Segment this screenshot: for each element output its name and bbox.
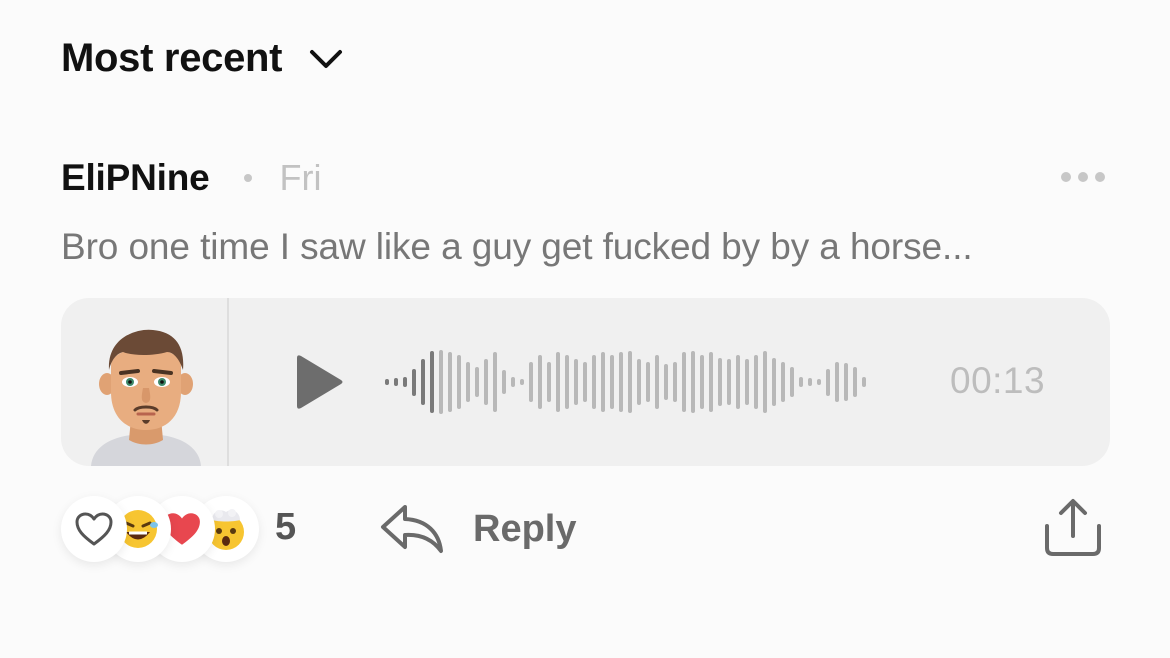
sort-label: Most recent — [61, 36, 283, 80]
waveform-bar — [619, 352, 623, 412]
waveform-bar — [565, 355, 569, 409]
waveform-bar — [601, 352, 605, 412]
waveform-bar — [727, 359, 731, 405]
waveform-bar — [691, 350, 695, 414]
waveform-bar — [637, 359, 641, 405]
waveform-bar — [430, 350, 434, 414]
waveform-bar — [718, 357, 722, 407]
waveform-bar — [520, 379, 524, 385]
reply-button[interactable]: Reply — [379, 494, 576, 564]
comments-section: Most recent EliPNine Fri Bro one time I … — [0, 0, 1170, 658]
more-dot — [1095, 172, 1105, 182]
waveform-bar — [736, 355, 740, 409]
waveform-bar — [529, 361, 533, 403]
waveform-bar — [628, 350, 632, 414]
waveform-bar — [781, 361, 785, 403]
waveform-bar — [394, 377, 398, 387]
waveform-bar — [646, 361, 650, 403]
more-dot — [1061, 172, 1071, 182]
voice-message-card[interactable]: 00:13 — [61, 298, 1110, 466]
waveform-bar — [790, 367, 794, 397]
waveform-bar — [421, 359, 425, 405]
sort-dropdown[interactable]: Most recent — [61, 36, 344, 81]
comment-time: Fri — [279, 157, 322, 198]
waveform-bar — [538, 355, 542, 409]
comment-actions: 5 Reply — [61, 494, 1109, 564]
waveform-bar — [763, 350, 767, 414]
play-button[interactable] — [295, 352, 345, 412]
waveform-bar — [475, 367, 479, 397]
waveform-bar — [817, 379, 821, 385]
reply-label: Reply — [473, 507, 577, 550]
waveform-bar — [709, 352, 713, 412]
waveform-bar — [439, 349, 443, 415]
waveform[interactable] — [385, 342, 915, 422]
comment-author[interactable]: EliPNine — [61, 157, 210, 199]
memoji-avatar-icon — [91, 329, 201, 466]
heart-outline-icon[interactable] — [61, 496, 127, 562]
separator-dot — [243, 174, 252, 182]
waveform-bar — [484, 359, 488, 405]
waveform-bar — [556, 352, 560, 412]
waveform-bar — [682, 352, 686, 412]
share-icon[interactable] — [1043, 496, 1103, 558]
waveform-bar — [655, 355, 659, 409]
reaction-stack[interactable] — [61, 496, 261, 562]
waveform-bar — [403, 376, 407, 388]
more-options-button[interactable] — [1061, 172, 1105, 182]
waveform-bar — [799, 376, 803, 388]
waveform-bar — [457, 355, 461, 409]
waveform-bar — [610, 355, 614, 409]
waveform-bar — [592, 355, 596, 409]
waveform-bar — [466, 361, 470, 403]
waveform-bar — [862, 376, 866, 388]
waveform-bar — [844, 363, 848, 401]
voice-duration: 00:13 — [950, 360, 1046, 401]
waveform-bar — [835, 361, 839, 403]
waveform-bar — [412, 368, 416, 396]
waveform-bar — [754, 355, 758, 409]
avatar[interactable] — [61, 298, 229, 466]
waveform-bar — [547, 361, 551, 403]
waveform-bar — [808, 377, 812, 387]
reply-arrow-icon — [381, 505, 443, 553]
waveform-bar — [583, 361, 587, 403]
waveform-bar — [502, 369, 506, 395]
more-dot — [1078, 172, 1088, 182]
waveform-bar — [826, 368, 830, 396]
waveform-bar — [511, 376, 515, 388]
comment-text: Bro one time I saw like a guy get fucked… — [61, 226, 973, 267]
waveform-bar — [664, 364, 668, 400]
chevron-down-icon — [310, 49, 343, 68]
waveform-bar — [385, 379, 389, 385]
comment-header: EliPNine Fri — [61, 156, 1109, 200]
waveform-bar — [574, 359, 578, 405]
reaction-count[interactable]: 5 — [275, 506, 296, 549]
waveform-bar — [745, 359, 749, 405]
waveform-bar — [700, 355, 704, 409]
waveform-bar — [853, 367, 857, 397]
waveform-bar — [448, 352, 452, 412]
waveform-bar — [772, 357, 776, 407]
waveform-bar — [493, 352, 497, 412]
waveform-bar — [673, 361, 677, 403]
